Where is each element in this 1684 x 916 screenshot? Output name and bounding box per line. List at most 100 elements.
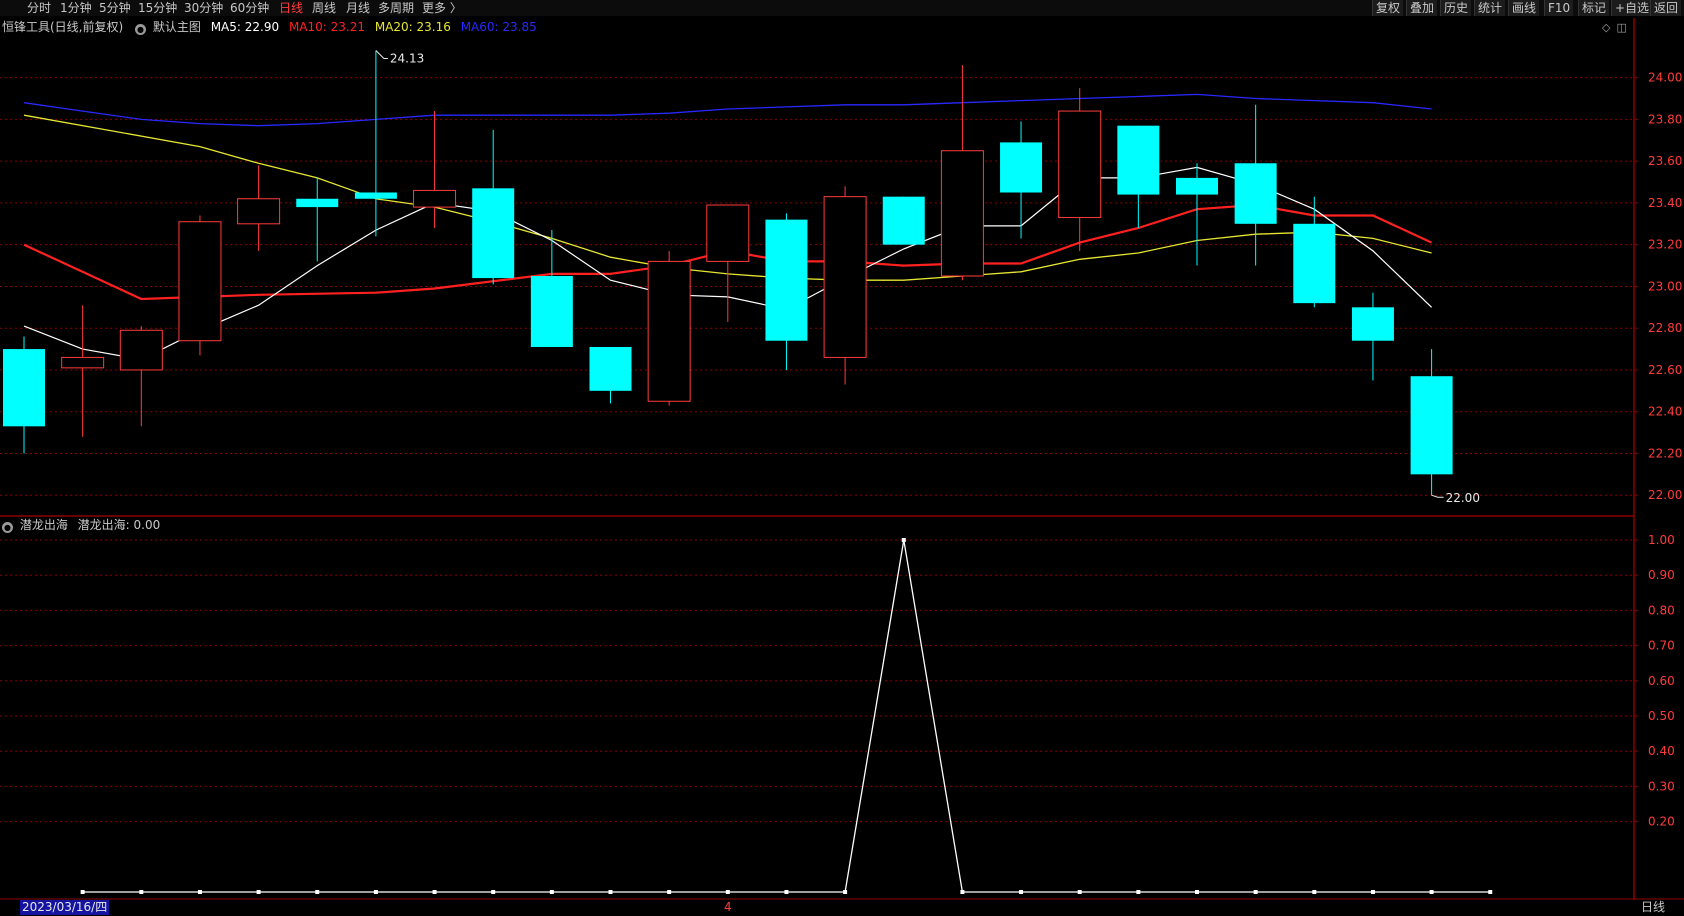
indicator-point xyxy=(843,890,848,894)
chart-settings-icon[interactable]: ● xyxy=(135,24,147,35)
candle-body xyxy=(61,356,105,369)
period-tab-7[interactable]: 周线 xyxy=(312,0,336,16)
indicator-point xyxy=(1312,890,1317,894)
cursor-day-marker: 4 xyxy=(724,900,732,914)
price-tick-label: 22.80 xyxy=(1648,321,1682,335)
period-tab-2[interactable]: 5分钟 xyxy=(99,0,131,16)
indicator-point xyxy=(549,890,554,894)
indicator-tick-label: 0.70 xyxy=(1648,639,1675,653)
indicator-tick-label: 0.20 xyxy=(1648,815,1675,829)
ma10-value: MA10: 23.21 xyxy=(288,20,365,34)
indicator-tick-label: 0.50 xyxy=(1648,709,1675,723)
period-tab-5[interactable]: 60分钟 xyxy=(230,0,269,16)
period-tab-1[interactable]: 1分钟 xyxy=(60,0,92,16)
price-tick-label: 22.60 xyxy=(1648,363,1682,377)
candle-body xyxy=(472,188,515,279)
toolbar-button-3[interactable]: 统计 xyxy=(1474,0,1506,16)
window-icons: ◇ ◫ xyxy=(1602,21,1633,35)
max-price-label: 24.13 xyxy=(390,52,424,66)
indicator-point xyxy=(1136,890,1141,894)
candle-body xyxy=(1117,125,1160,195)
indicator-settings-icon[interactable]: ● xyxy=(2,522,13,533)
price-tick-label: 23.40 xyxy=(1648,196,1682,210)
indicator-point xyxy=(784,890,789,894)
price-tick-label: 22.40 xyxy=(1648,405,1682,419)
price-tick-label: 23.60 xyxy=(1648,154,1682,168)
period-tab-3[interactable]: 15分钟 xyxy=(138,0,177,16)
candle-body xyxy=(354,192,397,199)
cursor-date-label: 2023/03/16/四 xyxy=(20,900,110,915)
period-tab-6[interactable]: 日线 xyxy=(279,0,303,16)
toolbar-button-7[interactable]: +自选 xyxy=(1611,0,1653,16)
candle-body xyxy=(3,349,45,427)
candle-body xyxy=(178,221,222,342)
ma60-value: MA60: 23.85 xyxy=(460,20,537,34)
period-tab-4[interactable]: 30分钟 xyxy=(184,0,223,16)
candle-body xyxy=(296,198,339,208)
min-price-label: 22.00 xyxy=(1446,491,1480,505)
diamond-icon[interactable]: ◇ xyxy=(1602,21,1610,34)
toolbar-button-8[interactable]: 返回 xyxy=(1650,0,1682,16)
stock-title: 恒锋工具(日线,前复权) xyxy=(2,20,124,34)
toolbar-button-1[interactable]: 叠加 xyxy=(1406,0,1438,16)
candle-body xyxy=(1176,177,1218,195)
indicator-point xyxy=(1370,890,1375,894)
period-tab-0[interactable]: 分时 xyxy=(27,0,51,16)
indicator-point xyxy=(725,890,730,894)
indicator-tick-label: 1.00 xyxy=(1648,533,1675,547)
price-tick-label: 22.00 xyxy=(1648,488,1682,502)
period-tab-8[interactable]: 月线 xyxy=(346,0,370,16)
candle-body xyxy=(1410,376,1453,475)
indicator-tick-label: 0.90 xyxy=(1648,568,1675,582)
candle-body xyxy=(1000,142,1043,193)
price-tick-label: 22.20 xyxy=(1648,446,1682,460)
period-tab-9[interactable]: 多周期 xyxy=(378,0,414,16)
main-chart-legend: 恒锋工具(日线,前复权) ● 默认主图 MA5: 22.90 MA10: 23.… xyxy=(2,19,543,35)
toolbar-button-2[interactable]: 历史 xyxy=(1440,0,1472,16)
ma20-value: MA20: 23.16 xyxy=(374,20,451,34)
candle-body xyxy=(706,204,750,262)
candle-body xyxy=(1234,163,1277,224)
indicator-point xyxy=(1429,890,1434,894)
max-price-pointer xyxy=(375,50,388,60)
indicator-point xyxy=(1488,890,1493,894)
indicator-point xyxy=(139,890,144,894)
candle-body xyxy=(119,329,163,371)
indicator-point xyxy=(1195,890,1199,894)
indicator-point xyxy=(1077,890,1082,894)
indicator-name: 潜龙出海 xyxy=(19,518,68,532)
ma5-value: MA5: 22.90 xyxy=(210,20,280,34)
indicator-point xyxy=(901,538,906,542)
period-tab-10[interactable]: 更多 〉 xyxy=(422,0,462,16)
indicator-point xyxy=(667,890,672,894)
indicator-tick-label: 0.40 xyxy=(1648,744,1675,758)
candle-body xyxy=(823,196,867,358)
sub-chart-legend: ● 潜龙出海 潜龙出海: 0.00 xyxy=(2,517,166,533)
toolbar-button-6[interactable]: 标记 xyxy=(1578,0,1610,16)
indicator-point xyxy=(608,890,613,894)
candle-body xyxy=(413,189,457,208)
indicator-point xyxy=(80,890,85,894)
toolbar-button-4[interactable]: 画线 xyxy=(1508,0,1540,16)
toolbar-button-5[interactable]: F10 xyxy=(1544,0,1574,16)
kline-chart-canvas[interactable]: 24.00 23.80 23.60 23.40 23.20 23.00 22.80 22.60… xyxy=(0,0,1684,916)
ma60-line xyxy=(23,93,1432,127)
main-chart-name: 默认主图 xyxy=(152,20,201,34)
price-tick-label: 23.20 xyxy=(1648,238,1682,252)
price-tick-label: 24.00 xyxy=(1648,71,1682,85)
window-toggle-icon[interactable]: ◫ xyxy=(1616,21,1626,34)
candle-body xyxy=(237,198,281,225)
indicator-point xyxy=(256,890,261,894)
period-label[interactable]: 日线 xyxy=(1641,900,1665,915)
candle-body xyxy=(1293,223,1336,304)
indicator-tick-label: 0.30 xyxy=(1648,779,1675,793)
indicator-point xyxy=(373,890,378,894)
candle-body xyxy=(1058,110,1102,219)
candle-body xyxy=(530,276,573,347)
indicator-tick-label: 0.60 xyxy=(1648,674,1675,688)
candle-body xyxy=(1351,307,1394,341)
indicator-value: 潜龙出海: 0.00 xyxy=(77,518,161,532)
candle-body xyxy=(647,260,691,402)
toolbar-button-0[interactable]: 复权 xyxy=(1372,0,1404,16)
indicator-point xyxy=(1019,890,1024,894)
